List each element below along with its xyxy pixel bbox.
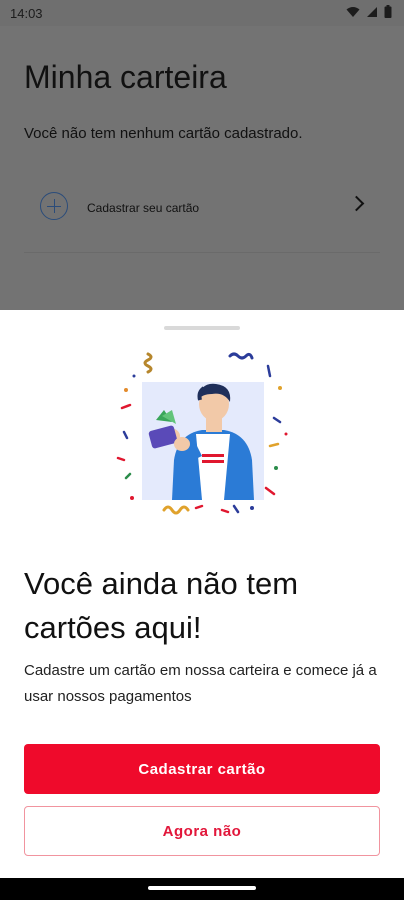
add-card-row[interactable]: Cadastrar seu cartão [24,184,380,230]
add-card-row-label: Cadastrar seu cartão [87,201,200,215]
navigation-bar [0,878,404,900]
wifi-icon [346,6,360,17]
sheet-description: Cadastre um cartão em nossa carteira e c… [24,662,377,705]
home-gesture-pill[interactable] [148,886,256,890]
drag-handle[interactable] [164,326,240,330]
sheet-title: Você ainda não tem cartões aqui! [24,566,299,645]
wallet-screen-background: Minha carteira Você não tem nenhum cartã… [0,26,404,310]
status-time: 14:03 [10,6,43,21]
plus-circle-icon [40,192,68,220]
bottom-sheet: Você ainda não tem cartões aqui! Cadastr… [0,310,404,878]
battery-icon [384,5,392,18]
divider [24,252,380,253]
person-holding-wallet-illustration [116,352,288,515]
chevron-right-icon [348,195,365,212]
page-title: Minha carteira [24,59,227,95]
status-icons [346,5,392,18]
empty-wallet-message: Você não tem nenhum cartão cadastrado. [24,125,303,142]
not-now-button[interactable]: Agora não [24,806,380,856]
signal-icon [367,6,377,17]
register-card-button[interactable]: Cadastrar cartão [24,744,380,794]
status-bar: 14:03 [0,0,404,26]
